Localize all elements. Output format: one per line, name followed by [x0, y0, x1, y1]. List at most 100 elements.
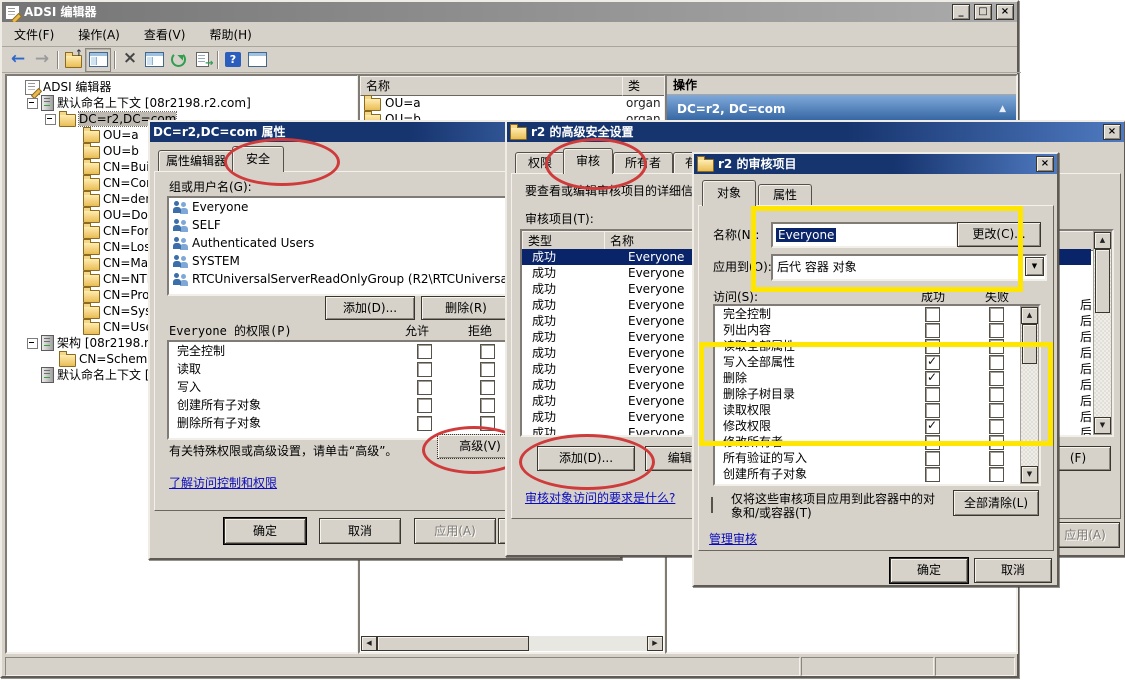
failure-checkbox[interactable]	[989, 419, 1004, 434]
success-checkbox[interactable]	[925, 451, 940, 466]
audit-add-button[interactable]: 添加(D)...	[537, 446, 635, 471]
column-header-name[interactable]: 名称	[360, 76, 634, 96]
horizontal-scrollbar[interactable]: ◀ ▶	[361, 636, 663, 651]
allow-checkbox[interactable]	[417, 344, 432, 359]
failure-checkbox[interactable]	[989, 467, 1004, 482]
access-row[interactable]: 读取全部属性	[715, 338, 1039, 354]
tree-item[interactable]: ADSI 编辑器	[7, 79, 357, 95]
allow-checkbox[interactable]	[417, 380, 432, 395]
access-row[interactable]: 删除	[715, 370, 1039, 386]
failure-checkbox[interactable]	[989, 339, 1004, 354]
folder-up-icon[interactable]	[61, 49, 85, 71]
column-header-class[interactable]: 类	[622, 76, 666, 96]
scroll-down-icon[interactable]: ▼	[1021, 466, 1038, 483]
audit-dialog-titlebar[interactable]: r2 的审核项目 ×	[694, 154, 1057, 174]
back-icon[interactable]: ←	[6, 49, 30, 71]
success-checkbox[interactable]	[925, 467, 940, 482]
delete-icon[interactable]: ×	[118, 48, 142, 70]
access-row[interactable]: 修改所有者	[715, 434, 1039, 450]
new-window-icon[interactable]	[245, 49, 269, 71]
expand-toggle-icon[interactable]	[27, 98, 38, 109]
failure-checkbox[interactable]	[989, 387, 1004, 402]
expand-toggle-icon[interactable]	[27, 338, 38, 349]
properties-icon[interactable]	[142, 49, 166, 71]
success-checkbox[interactable]	[925, 307, 940, 322]
access-row[interactable]: 写入全部属性	[715, 354, 1039, 370]
failure-checkbox[interactable]	[989, 451, 1004, 466]
tab-permissions[interactable]: 权限	[515, 152, 565, 173]
scope-checkbox[interactable]	[711, 497, 713, 513]
scroll-right-icon[interactable]: ▶	[647, 636, 663, 651]
access-row[interactable]: 完全控制	[715, 306, 1039, 322]
allow-checkbox[interactable]	[417, 398, 432, 413]
expand-toggle-icon[interactable]	[45, 114, 56, 125]
add-button[interactable]: 添加(D)...	[325, 296, 415, 320]
failure-checkbox[interactable]	[989, 323, 1004, 338]
failure-checkbox[interactable]	[989, 435, 1004, 450]
tab-security[interactable]: 安全	[232, 146, 284, 172]
tab-owner[interactable]: 所有者	[613, 152, 673, 173]
tab-auditing[interactable]: 审核	[563, 148, 613, 174]
chevron-down-icon[interactable]: ▼	[1025, 257, 1044, 276]
success-checkbox[interactable]	[925, 355, 940, 370]
success-checkbox[interactable]	[925, 371, 940, 386]
scrollbar-thumb[interactable]	[377, 636, 529, 651]
deny-checkbox[interactable]	[480, 416, 495, 431]
refresh-icon[interactable]	[166, 49, 190, 71]
success-checkbox[interactable]	[925, 419, 940, 434]
minimize-button[interactable]: _	[952, 4, 970, 20]
access-row[interactable]: 删除子树目录	[715, 386, 1039, 402]
tree-item[interactable]: 默认命名上下文 [08r2198.r2.com]	[7, 95, 357, 111]
menu-item[interactable]: 操作(A)	[66, 25, 132, 45]
forward-icon[interactable]: →	[30, 49, 54, 71]
deny-checkbox[interactable]	[480, 362, 495, 377]
access-row[interactable]: 创建所有子对象	[715, 466, 1039, 482]
deny-checkbox[interactable]	[480, 398, 495, 413]
scroll-left-icon[interactable]: ◀	[361, 636, 377, 651]
scrollbar-thumb[interactable]	[1095, 249, 1110, 313]
ok-button[interactable]: 确定	[224, 518, 306, 544]
access-row[interactable]: 列出内容	[715, 322, 1039, 338]
tab-object[interactable]: 对象	[702, 180, 756, 206]
ok-button[interactable]: 确定	[890, 558, 968, 583]
cancel-button[interactable]: 取消	[319, 518, 401, 544]
scroll-up-icon[interactable]: ▲	[1021, 307, 1038, 324]
clear-all-button[interactable]: 全部清除(L)	[953, 490, 1039, 516]
failure-checkbox[interactable]	[989, 307, 1004, 322]
apply-to-dropdown[interactable]: 后代 容器 对象 ▼	[771, 254, 1047, 281]
vertical-scrollbar[interactable]: ▲ ▼	[1093, 231, 1112, 435]
scrollbar-thumb[interactable]	[1022, 324, 1037, 364]
close-icon[interactable]: ×	[1103, 124, 1121, 140]
change-button[interactable]: 更改(C)...	[957, 222, 1041, 247]
success-checkbox[interactable]	[925, 387, 940, 402]
cancel-button[interactable]: 取消	[974, 558, 1052, 583]
scroll-up-icon[interactable]: ▲	[1094, 232, 1111, 249]
show-console-tree-icon[interactable]	[85, 48, 111, 72]
menu-item[interactable]: 帮助(H)	[197, 25, 263, 45]
column-header-type[interactable]: 类型	[522, 231, 616, 251]
list-row[interactable]: OU=a organ	[360, 95, 664, 111]
export-list-icon[interactable]	[190, 49, 214, 71]
collapse-icon[interactable]: ▲	[999, 104, 1006, 115]
success-checkbox[interactable]	[925, 435, 940, 450]
access-list[interactable]: 完全控制 列出内容 读取全部属性	[713, 304, 1041, 486]
menu-item[interactable]: 文件(F)	[2, 25, 66, 45]
main-titlebar[interactable]: ADSI 编辑器 _ □ ×	[2, 2, 1017, 22]
maximize-button[interactable]: □	[974, 4, 992, 20]
failure-checkbox[interactable]	[989, 371, 1004, 386]
manage-auditing-link[interactable]: 管理审核	[709, 532, 757, 546]
access-row[interactable]: 所有验证的写入	[715, 450, 1039, 466]
allow-checkbox[interactable]	[417, 416, 432, 431]
deny-checkbox[interactable]	[480, 380, 495, 395]
success-checkbox[interactable]	[925, 339, 940, 354]
failure-checkbox[interactable]	[989, 355, 1004, 370]
tab-attribute-editor[interactable]: 属性编辑器	[158, 150, 234, 171]
failure-checkbox[interactable]	[989, 403, 1004, 418]
learn-access-control-link[interactable]: 了解访问控制和权限	[169, 476, 277, 490]
deny-checkbox[interactable]	[480, 344, 495, 359]
tab-properties[interactable]: 属性	[758, 184, 812, 205]
success-checkbox[interactable]	[925, 403, 940, 418]
vertical-scrollbar[interactable]: ▲ ▼	[1020, 306, 1039, 484]
remove-button[interactable]: 删除(R)	[421, 296, 511, 320]
allow-checkbox[interactable]	[417, 362, 432, 377]
